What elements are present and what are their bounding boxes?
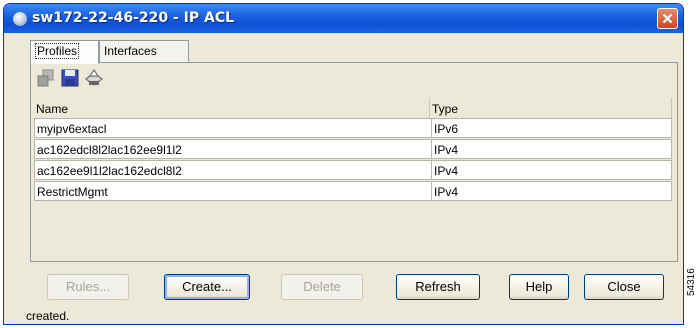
row-name: myipv6extacl: [37, 122, 107, 136]
ip-acl-window: sw172-22-46-220 - IP ACL Profiles Interf…: [3, 3, 684, 325]
window-title: sw172-22-46-220 - IP ACL: [32, 10, 235, 26]
table-header: Name Type: [34, 98, 672, 118]
copy-icon[interactable]: [35, 67, 57, 89]
status-text: created.: [26, 309, 70, 323]
row-type: IPv4: [431, 182, 671, 200]
delete-button[interactable]: Delete: [281, 274, 363, 300]
help-button[interactable]: Help: [509, 274, 569, 300]
tab-interfaces[interactable]: Interfaces: [99, 40, 189, 62]
column-header-name[interactable]: Name: [34, 98, 430, 118]
table-row[interactable]: ac162ee9l1l2lac162edcl8l2 IPv4: [34, 160, 672, 180]
table-row[interactable]: myipv6extacl IPv6: [34, 118, 672, 138]
print-icon[interactable]: [83, 67, 105, 89]
row-type: IPv4: [431, 161, 671, 179]
rules-button[interactable]: Rules...: [47, 274, 129, 300]
refresh-button[interactable]: Refresh: [396, 274, 480, 300]
title-bar[interactable]: sw172-22-46-220 - IP ACL: [4, 4, 683, 33]
app-icon: [13, 12, 27, 26]
row-name: ac162edcl8l2lac162ee9l1l2: [37, 143, 182, 157]
profiles-panel: Name Type myipv6extacl IPv6 ac162edcl8l2…: [30, 62, 678, 262]
row-type: IPv4: [431, 140, 671, 158]
tab-profiles-label: Profiles: [35, 43, 80, 59]
tab-profiles[interactable]: Profiles: [30, 40, 99, 64]
row-name: ac162ee9l1l2lac162edcl8l2: [37, 164, 182, 178]
figure-id: 54316: [686, 268, 697, 296]
create-button[interactable]: Create...: [164, 274, 250, 300]
column-header-type[interactable]: Type: [430, 98, 672, 118]
acl-profiles-table: Name Type myipv6extacl IPv6 ac162edcl8l2…: [34, 98, 672, 258]
save-icon[interactable]: [59, 67, 81, 89]
tab-interfaces-label: Interfaces: [104, 44, 157, 58]
close-icon: [662, 13, 673, 24]
row-type: IPv6: [431, 119, 671, 137]
table-row[interactable]: ac162edcl8l2lac162ee9l1l2 IPv4: [34, 139, 672, 159]
close-button[interactable]: Close: [584, 274, 664, 300]
row-name: RestrictMgmt: [37, 185, 108, 199]
table-row[interactable]: RestrictMgmt IPv4: [34, 181, 672, 201]
close-window-button[interactable]: [657, 8, 678, 29]
